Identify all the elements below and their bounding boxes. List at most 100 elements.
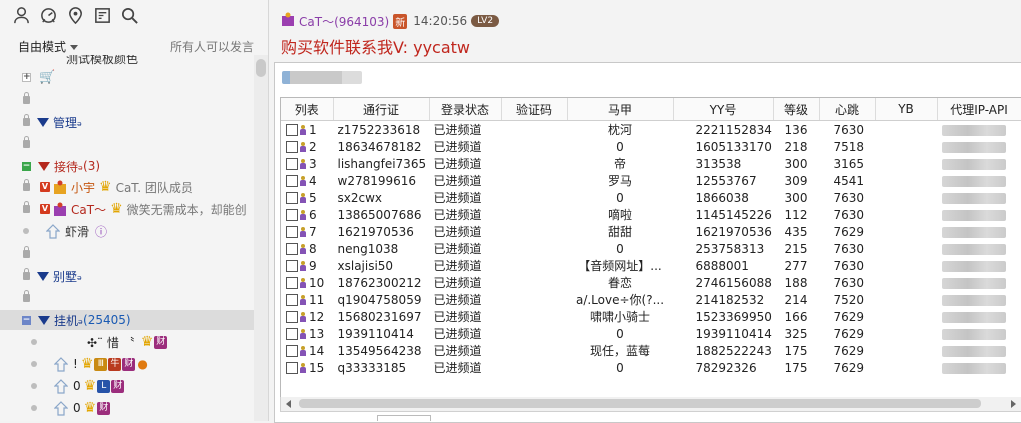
row-checkbox[interactable] (286, 141, 298, 153)
row-checkbox[interactable] (286, 124, 298, 136)
row-select-cell[interactable]: 11 (281, 291, 333, 308)
user-row[interactable]: 0 ♛ 财 (0, 398, 254, 418)
channel-icon (38, 315, 50, 325)
yy-cell: 2221152834 (695, 122, 772, 137)
table-row[interactable]: 12 15680231697 已进频道 啸啸小骑士 1523369950 166 7629 (281, 308, 1021, 325)
search-icon[interactable] (120, 6, 139, 25)
table-row[interactable]: 3 lishangfei7365 已进频道 帝 313538 300 3165 (281, 155, 1021, 172)
expand-icon[interactable]: + (22, 72, 31, 82)
row-select-cell[interactable]: 5 (281, 189, 333, 206)
col-header-yb[interactable]: YB (875, 98, 938, 121)
row-checkbox[interactable] (286, 277, 298, 289)
row-select-cell[interactable]: 4 (281, 172, 333, 189)
row-select-cell[interactable]: 9 (281, 257, 333, 274)
channel-jiedai[interactable]: − 接待 ₔ (3) (0, 156, 254, 176)
collapse-icon[interactable]: − (22, 315, 31, 325)
user-name: 0 (73, 401, 81, 415)
col-header-vest[interactable]: 马甲 (567, 98, 674, 121)
scroll-left-icon[interactable] (286, 400, 291, 408)
col-header-status[interactable]: 登录状态 (429, 98, 502, 121)
row-select-cell[interactable]: 3 (281, 155, 333, 172)
row-checkbox[interactable] (286, 362, 298, 374)
row-checkbox[interactable] (286, 226, 298, 238)
scroll-right-icon[interactable] (1011, 400, 1016, 408)
collapse-icon[interactable]: − (22, 161, 31, 171)
captcha-cell (501, 359, 567, 376)
user-row[interactable]: 虾滑 ⓘ (0, 221, 254, 241)
user-row[interactable]: ! ♛ Ⅲ 牛 财 ● (0, 354, 254, 374)
pass-cell: sx2cwx (337, 190, 383, 205)
col-header-pass[interactable]: 通行证 (333, 98, 430, 121)
notes-icon[interactable] (93, 6, 112, 25)
gauge-icon[interactable] (39, 6, 58, 25)
yb-cell (875, 291, 937, 308)
user-signature: 微笑无需成本，却能创 (126, 202, 247, 217)
bottom-tab[interactable] (377, 415, 431, 421)
mode-dropdown[interactable]: 自由模式 (18, 38, 79, 55)
row-select-cell[interactable]: 12 (281, 308, 333, 325)
row-checkbox[interactable] (286, 294, 298, 306)
table-row[interactable]: 1 z1752233618 已进频道 枕河 2221152834 136 7630 (281, 121, 1021, 139)
table-row[interactable]: 5 sx2cwx 已进频道 0 1866038 300 7630 (281, 189, 1021, 206)
lock-icon (23, 114, 30, 126)
col-header-proxy[interactable]: 代理IP-API (937, 98, 1021, 121)
table-row[interactable]: 2 18634678182 已进频道 0 1605133170 218 7518 (281, 138, 1021, 155)
row-checkbox[interactable] (286, 175, 298, 187)
row-checkbox[interactable] (286, 243, 298, 255)
col-header-captcha[interactable]: 验证码 (501, 98, 568, 121)
table-row[interactable]: 9 xslajisi50 已进频道 【音频网址】... 6888001 277 7630 (281, 257, 1021, 274)
row-checkbox[interactable] (286, 192, 298, 204)
col-header-level[interactable]: 等级 (773, 98, 820, 121)
status-dot-icon (31, 339, 37, 345)
row-checkbox[interactable] (286, 345, 298, 357)
row-checkbox[interactable] (286, 260, 298, 272)
location-pin-icon[interactable] (66, 6, 85, 25)
user-icon[interactable] (12, 6, 31, 25)
col-header-list[interactable]: 列表 (281, 98, 334, 121)
row-select-cell[interactable]: 8 (281, 240, 333, 257)
row-checkbox[interactable] (286, 311, 298, 323)
lock-icon (23, 246, 30, 258)
row-select-cell[interactable]: 15 (281, 359, 333, 376)
row-select-cell[interactable]: 1 (281, 121, 333, 139)
table-row[interactable]: 14 13549564238 已进频道 现任，蓝莓 1882522243 175 7629 (281, 342, 1021, 359)
table-row[interactable]: 4 w278199616 已进频道 罗马 12553767 309 4541 (281, 172, 1021, 189)
yb-cell (875, 121, 937, 139)
sender-name[interactable]: CaT～(964103) (299, 13, 389, 30)
table-row[interactable]: 10 18762300212 已进频道 眷恋 2746156088 188 7630 (281, 274, 1021, 291)
table-horizontal-scrollbar[interactable] (280, 397, 1021, 412)
table-row[interactable]: 7 1621970536 已进频道 甜甜 1621970536 435 7629 (281, 223, 1021, 240)
scroll-thumb[interactable] (256, 59, 266, 77)
sidebar-scrollbar[interactable] (254, 55, 268, 421)
row-checkbox[interactable] (286, 328, 298, 340)
user-row[interactable]: ✣¨ 惜 〝 ♛ 财 (0, 332, 254, 352)
redacted-proxy (941, 328, 1006, 340)
user-name: ! (73, 357, 78, 371)
table-row[interactable]: 11 q1904758059 已进频道 a/.Love÷你(?... 214182532… (281, 291, 1021, 308)
row-select-cell[interactable]: 2 (281, 138, 333, 155)
tree-row-cart[interactable]: + 🛒 (0, 67, 254, 87)
table-row[interactable]: 6 13865007686 已进频道 嘀啦 1145145226 112 7630 (281, 206, 1021, 223)
row-select-cell[interactable]: 6 (281, 206, 333, 223)
redacted-proxy (941, 311, 1006, 323)
user-row[interactable]: V CaT～ ♛ 微笑无需成本，却能创 (0, 199, 254, 219)
channel-guaji[interactable]: − 挂机 ₔ (25405) (0, 310, 254, 330)
row-checkbox[interactable] (286, 158, 298, 170)
row-checkbox[interactable] (286, 209, 298, 221)
channel-bieshu[interactable]: 别墅 ₔ (0, 266, 254, 286)
row-select-cell[interactable]: 7 (281, 223, 333, 240)
user-row[interactable]: V 小宇 ♛ CaT. 团队成员 (0, 177, 254, 197)
row-select-cell[interactable]: 10 (281, 274, 333, 291)
table-row[interactable]: 8 neng1038 已进频道 0 253758313 215 7630 (281, 240, 1021, 257)
row-select-cell[interactable]: 13 (281, 325, 333, 342)
scroll-thumb[interactable] (299, 399, 981, 408)
col-header-heartbeat[interactable]: 心跳 (819, 98, 876, 121)
table-row[interactable]: 15 q33333185 已进频道 0 78292326 175 7629 (281, 359, 1021, 376)
user-row[interactable]: 0 ♛ L 财 (0, 376, 254, 396)
col-header-yy[interactable]: YY号 (673, 98, 774, 121)
table-row[interactable]: 13 1939110414 已进频道 0 1939110414 325 7629 (281, 325, 1021, 342)
channel-guanli[interactable]: 管理 ₔ (0, 112, 254, 132)
user-name: 虾滑 (65, 224, 90, 239)
user-avatar-icon (53, 400, 69, 416)
row-select-cell[interactable]: 14 (281, 342, 333, 359)
